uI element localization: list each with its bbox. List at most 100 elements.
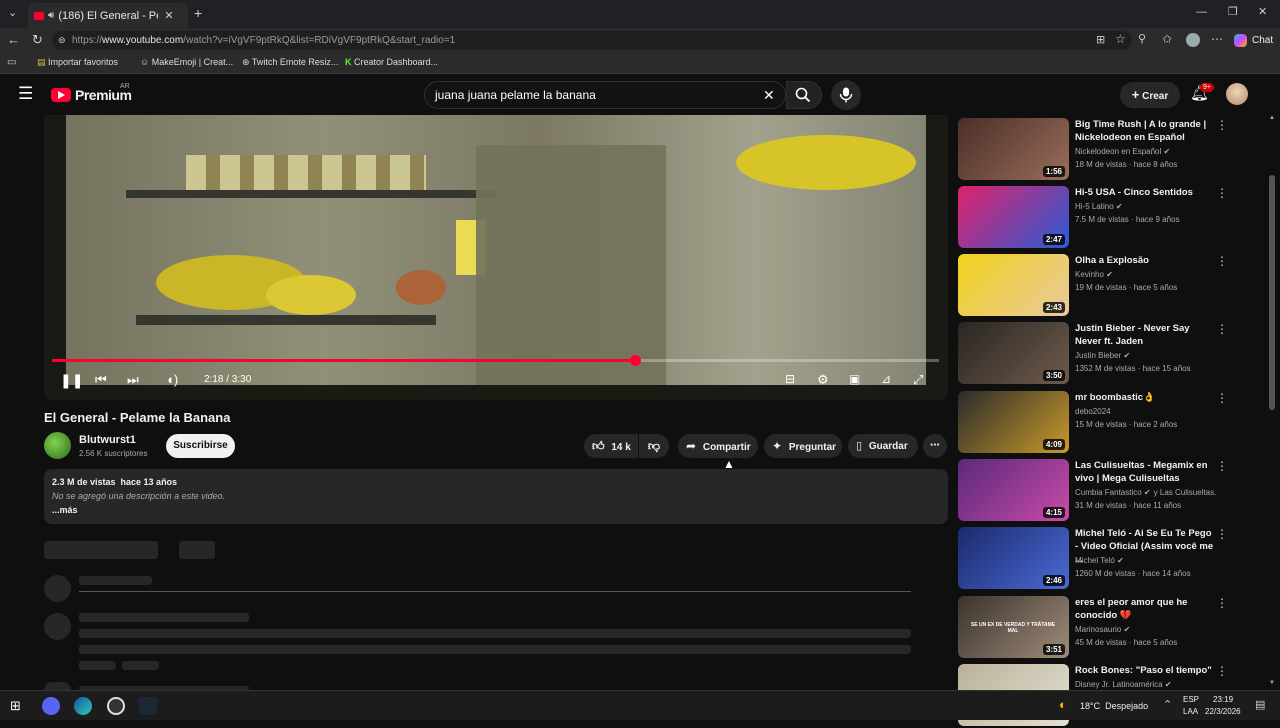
language-1[interactable]: ESP xyxy=(1183,695,1199,704)
recommendation-thumbnail[interactable]: 2:47 xyxy=(958,186,1069,248)
scrollbar-thumb[interactable] xyxy=(1269,175,1275,410)
new-tab-icon[interactable]: + xyxy=(194,5,202,21)
recommendation-title[interactable]: Justin Bieber - Never Say Never ft. Jade… xyxy=(1075,322,1215,348)
description-box[interactable]: 2.3 M de vistas hace 13 años No se agreg… xyxy=(44,469,948,524)
windows-start-icon[interactable]: ⊞ xyxy=(10,698,21,714)
more-vertical-icon[interactable]: ⋮ xyxy=(1216,596,1228,610)
more-vertical-icon[interactable]: ⋮ xyxy=(1216,322,1228,336)
more-vertical-icon[interactable]: ⋮ xyxy=(1216,254,1228,268)
recommendation-item[interactable]: 2:47 Hi-5 USA - Cinco Sentidos Hi-5 Latino… xyxy=(958,186,1268,250)
recommendation-title[interactable]: eres el peor amor que he conocido 💔 xyxy=(1075,596,1215,622)
read-mode-icon[interactable]: ⊞ xyxy=(1096,33,1105,46)
settings-gear-icon[interactable]: ⚙︎ xyxy=(817,372,829,388)
weather-icon[interactable]: ◐ xyxy=(1059,697,1067,712)
ask-button[interactable]: ✦ Preguntar xyxy=(764,434,842,458)
recommendation-thumbnail[interactable]: 2:46 xyxy=(958,527,1069,589)
dislike-button[interactable]: 👎︎ xyxy=(639,434,669,458)
recommendation-thumbnail[interactable]: 4:09 xyxy=(958,391,1069,453)
chat-label[interactable]: Chat xyxy=(1252,35,1273,46)
clear-search-icon[interactable]: ✕ xyxy=(763,82,775,108)
recommendation-item[interactable]: 3:50 Justin Bieber - Never Say Never ft. … xyxy=(958,322,1268,386)
channel-avatar[interactable] xyxy=(44,432,71,459)
recommendation-channel[interactable]: Justin Bieber ✔ xyxy=(1075,351,1130,360)
restore-icon[interactable]: ❐ xyxy=(1228,5,1238,18)
more-vertical-icon[interactable]: ⋮ xyxy=(1216,459,1228,473)
video-player[interactable]: ❚❚ ⏮︎ ⏭︎ ◖) 2:18 / 3:30 ⊟ ⚙︎ ▣ ⊿ ⤢ xyxy=(44,115,948,400)
pause-icon[interactable]: ❚❚ xyxy=(60,372,83,389)
recommendation-channel[interactable]: Nickelodeon en Español ✔ xyxy=(1075,147,1170,156)
language-2[interactable]: LAA xyxy=(1183,707,1198,716)
back-icon[interactable]: ← xyxy=(7,32,20,47)
discord-icon[interactable] xyxy=(42,697,60,715)
recommendation-thumbnail[interactable]: 3:50 xyxy=(958,322,1069,384)
create-button[interactable]: + Crear xyxy=(1120,82,1180,108)
subscribe-button[interactable]: Suscribirse xyxy=(166,434,235,458)
user-avatar[interactable] xyxy=(1226,83,1248,105)
recommendation-channel[interactable]: debo2024 xyxy=(1075,407,1111,416)
browser-tab-active[interactable]: 🔊︎ (186) El General - Pelame la B ✕ xyxy=(28,3,188,28)
recommendation-item[interactable]: 2:43 Olha a Explosão Kevinho ✔ 19 M de vist… xyxy=(958,254,1268,318)
next-icon[interactable]: ⏭︎ xyxy=(127,372,139,388)
more-vertical-icon[interactable]: ⋮ xyxy=(1216,391,1228,405)
scroll-down-icon[interactable]: ▼ xyxy=(1269,680,1275,686)
recommendation-channel[interactable]: Michel Teló ✔ xyxy=(1075,556,1124,565)
recommendation-item[interactable]: 2:46 Michel Teló - Ai Se Eu Te Pego - Vid… xyxy=(958,527,1268,591)
search-button[interactable] xyxy=(786,81,822,109)
tablet-icon[interactable]: ▭ xyxy=(7,57,16,68)
recommendation-item[interactable]: 4:09 mr boombastic👌 debo2024 15 M de vistas… xyxy=(958,391,1268,455)
recommendation-channel[interactable]: Disney Jr. Latinoamérica ✔ xyxy=(1075,680,1172,689)
recommendation-item[interactable]: SE UN EX DE VERDAD Y TRÁTAME MAL 3:51 eres… xyxy=(958,596,1268,660)
recommendation-item[interactable]: 4:15 Las Culisueltas - Megamix en vivo | … xyxy=(958,459,1268,523)
scroll-up-icon[interactable]: ▲ xyxy=(1269,115,1275,121)
cast-icon[interactable]: ⊿ xyxy=(881,372,891,386)
recommendation-thumbnail[interactable]: SE UN EX DE VERDAD Y TRÁTAME MAL 3:51 xyxy=(958,596,1069,658)
steam-icon[interactable] xyxy=(139,697,157,715)
recommendation-title[interactable]: mr boombastic👌 xyxy=(1075,391,1215,404)
more-actions-button[interactable]: ⋯ xyxy=(923,434,947,458)
site-info-icon[interactable]: ⊜ xyxy=(58,31,66,50)
favorites-icon[interactable]: ✩ xyxy=(1162,32,1172,46)
recommendation-title[interactable]: Rock Bones: "Paso el tiempo" xyxy=(1075,664,1215,677)
speaker-icon[interactable]: 🔊︎ xyxy=(48,10,54,21)
show-more-link[interactable]: ...más xyxy=(52,505,940,515)
more-vertical-icon[interactable]: ⋮ xyxy=(1216,664,1228,678)
obs-icon[interactable] xyxy=(107,697,125,715)
recommendation-item[interactable]: 1:56 Big Time Rush | A lo grande | Nickel… xyxy=(958,118,1268,182)
channel-name[interactable]: Blutwurst1 xyxy=(79,434,136,446)
recommendation-thumbnail[interactable]: 1:56 xyxy=(958,118,1069,180)
copilot-icon[interactable] xyxy=(1234,34,1247,47)
fullscreen-icon[interactable]: ⤢ xyxy=(913,372,923,388)
recommendation-title[interactable]: Hi-5 USA - Cinco Sentidos xyxy=(1075,186,1215,199)
refresh-icon[interactable]: ↻ xyxy=(32,32,43,48)
more-vertical-icon[interactable]: ⋮ xyxy=(1216,118,1228,132)
recommendation-title[interactable]: Big Time Rush | A lo grande | Nickelodeo… xyxy=(1075,118,1215,144)
clock-date[interactable]: 22/3/2026 xyxy=(1205,707,1241,716)
more-menu-icon[interactable]: ⋯ xyxy=(1211,32,1223,46)
like-button[interactable]: 👍︎ 14 k xyxy=(584,434,638,458)
miniplayer-icon[interactable]: ▣ xyxy=(849,372,860,386)
bookmark-makeemoji[interactable]: ☺ MakeEmoji | Creat... xyxy=(140,57,233,67)
edge-icon[interactable] xyxy=(74,697,92,715)
search-input[interactable]: juana juana pelame la banana ✕ xyxy=(424,81,786,109)
favorite-star-icon[interactable]: ☆ xyxy=(1115,32,1126,46)
recommendation-thumbnail[interactable]: 4:15 xyxy=(958,459,1069,521)
weather-text[interactable]: 18°C Despejado xyxy=(1080,701,1148,711)
recommendation-channel[interactable]: Cumbia Fantastico ✔ y Las Culisueltas. xyxy=(1075,488,1216,497)
voice-search-button[interactable] xyxy=(831,80,861,110)
save-button[interactable]: ▯ Guardar xyxy=(848,434,918,458)
recommendation-channel[interactable]: Hi-5 Latino ✔ xyxy=(1075,202,1123,211)
scrubber-handle[interactable] xyxy=(629,355,641,366)
volume-icon[interactable]: ◖) xyxy=(166,372,178,387)
video-progress-bar[interactable] xyxy=(52,355,939,366)
more-vertical-icon[interactable]: ⋮ xyxy=(1216,527,1228,541)
profile-icon[interactable] xyxy=(1186,33,1200,47)
hamburger-menu-icon[interactable]: ☰ xyxy=(18,84,33,104)
bookmark-twitch[interactable]: ⊕ Twitch Emote Resiz... xyxy=(242,57,338,68)
recommendation-channel[interactable]: Marinosaurio ✔ xyxy=(1075,625,1130,634)
tray-chevron-icon[interactable]: ⌃ xyxy=(1163,698,1172,711)
recommendation-title[interactable]: Olha a Explosão xyxy=(1075,254,1215,267)
clock-time[interactable]: 23:19 xyxy=(1213,695,1233,704)
bookmark-importar[interactable]: ▤ Importar favoritos xyxy=(37,57,118,68)
tab-list-icon[interactable]: ⌄ xyxy=(8,6,17,19)
close-tab-icon[interactable]: ✕ xyxy=(164,9,173,22)
